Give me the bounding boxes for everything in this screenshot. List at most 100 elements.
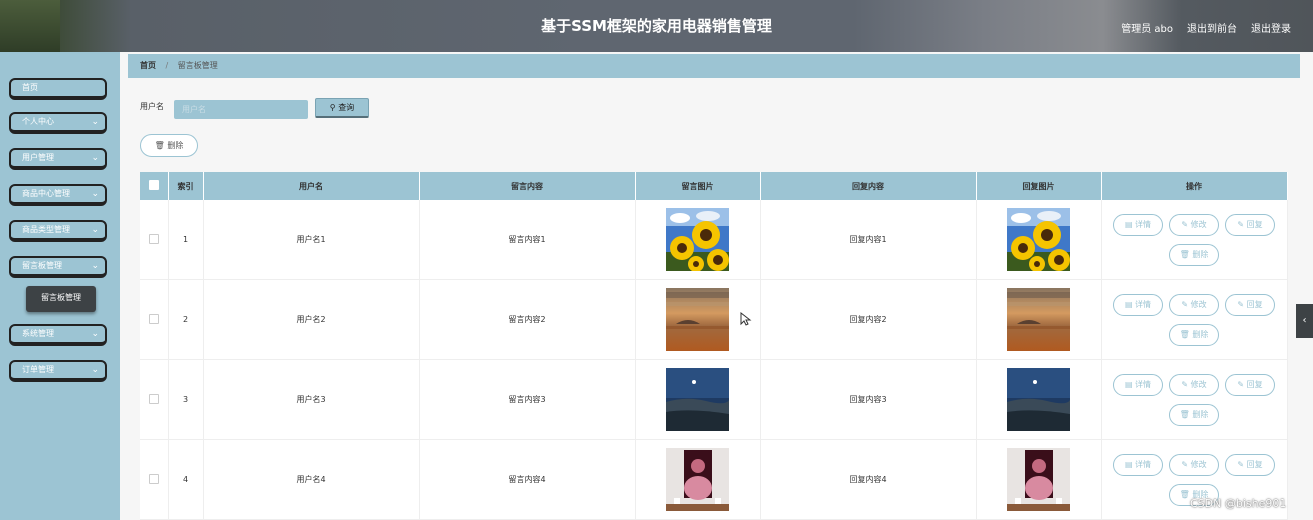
front-link[interactable]: 退出到前台: [1187, 20, 1237, 35]
breadcrumb-home[interactable]: 首页: [140, 61, 156, 70]
column-header: 操作: [1101, 172, 1288, 200]
search-button[interactable]: ⚲ 查询: [315, 98, 369, 118]
row-checkbox[interactable]: [148, 313, 159, 324]
chevron-down-icon: ⌄: [91, 329, 99, 339]
document-icon: ▤: [1124, 299, 1133, 309]
detail-button[interactable]: ▤ 详情: [1113, 373, 1163, 396]
pencil-icon: ✎: [1237, 219, 1245, 229]
row-message-content: 留言内容1: [419, 200, 636, 280]
sidebar-item-label: 首页: [22, 83, 38, 92]
portrait-image: [1007, 448, 1070, 511]
detail-button[interactable]: ▤ 详情: [1113, 293, 1163, 316]
table-row: 4 用户名4 留言内容4 回复内容4 ▤ 详情 ✎ 修改 ✎ 回复 🗑 删除: [140, 439, 1288, 520]
delete-button-label: 删除: [167, 141, 184, 150]
delete-label: 删除: [1192, 329, 1209, 339]
reply-label: 回复: [1246, 459, 1263, 469]
reply-button[interactable]: ✎ 回复: [1225, 453, 1275, 476]
row-select-cell: [140, 439, 169, 520]
desert-sunset-image: [666, 288, 729, 351]
detail-label: 详情: [1135, 379, 1152, 389]
edit-button[interactable]: ✎ 修改: [1169, 293, 1219, 316]
delete-button[interactable]: 🗑 删除: [1169, 403, 1219, 426]
row-reply-image: [976, 200, 1102, 280]
row-select-cell: [140, 279, 169, 360]
pencil-icon: ✎: [1181, 219, 1189, 229]
edit-button[interactable]: ✎ 修改: [1169, 453, 1219, 476]
select-all-checkbox[interactable]: [148, 180, 159, 190]
sidebar-item-label: 留言板管理: [22, 261, 62, 270]
row-username: 用户名2: [203, 279, 420, 360]
trash-icon: 🗑: [1179, 249, 1190, 259]
sidebar-item-label: 用户管理: [22, 153, 54, 162]
detail-button[interactable]: ▤ 详情: [1113, 453, 1163, 476]
delete-button[interactable]: 🗑 删除: [1169, 243, 1219, 266]
detail-label: 详情: [1135, 459, 1152, 469]
row-actions: ▤ 详情 ✎ 修改 ✎ 回复 🗑 删除: [1101, 279, 1288, 360]
sidebar-item-profile[interactable]: 个人中心 ⌄: [9, 112, 107, 134]
sidebar-item-messages[interactable]: 留言板管理 ⌄: [9, 256, 107, 278]
breadcrumb: 首页 / 留言板管理: [128, 54, 1300, 78]
header-links: 管理员 abo 退出到前台 退出登录: [1121, 20, 1291, 35]
table-row: 2 用户名2 留言内容2 回复内容2 ▤ 详情 ✎ 修改 ✎ 回复 🗑 删除: [140, 279, 1288, 360]
reply-button[interactable]: ✎ 回复: [1225, 293, 1275, 316]
row-checkbox[interactable]: [148, 233, 159, 244]
document-icon: ▤: [1124, 219, 1133, 229]
row-message-content: 留言内容4: [419, 439, 636, 520]
night-landscape-image: [1007, 368, 1070, 431]
column-header: 索引: [168, 172, 204, 200]
message-table: 索引 用户名 留言内容 留言图片 回复内容 回复图片 操作 1 用户名1 留言内容1…: [140, 172, 1288, 520]
sidebar-item-label: 商品类型管理: [22, 225, 70, 234]
trash-icon: 🗑: [1179, 409, 1190, 419]
document-icon: ▤: [1124, 459, 1133, 469]
sidebar-item-home[interactable]: 首页: [9, 78, 107, 100]
row-message-content: 留言内容2: [419, 279, 636, 360]
document-icon: ▤: [1124, 379, 1133, 389]
search-input[interactable]: [174, 100, 308, 119]
chevron-left-icon[interactable]: ‹: [1296, 304, 1313, 338]
row-message-image: [635, 439, 761, 520]
row-select-cell: [140, 359, 169, 440]
chevron-down-icon: ⌄: [91, 189, 99, 199]
row-checkbox[interactable]: [148, 473, 159, 484]
sunflower-image: [1007, 208, 1070, 271]
pencil-icon: ✎: [1181, 379, 1189, 389]
reply-button[interactable]: ✎ 回复: [1225, 373, 1275, 396]
delete-label: 删除: [1192, 249, 1209, 259]
sidebar-item-system[interactable]: 系统管理 ⌄: [9, 324, 107, 346]
pencil-icon: ✎: [1237, 459, 1245, 469]
column-header: 留言图片: [635, 172, 761, 200]
pencil-icon: ✎: [1181, 299, 1189, 309]
sidebar-item-orders[interactable]: 订单管理 ⌄: [9, 360, 107, 382]
table-row: 1 用户名1 留言内容1 回复内容1 ▤ 详情 ✎ 修改 ✎ 回复 🗑 删除: [140, 200, 1288, 280]
pencil-icon: ✎: [1237, 379, 1245, 389]
edit-label: 修改: [1190, 459, 1207, 469]
detail-button[interactable]: ▤ 详情: [1113, 213, 1163, 236]
row-message-image: [635, 200, 761, 280]
sidebar-item-product-types[interactable]: 商品类型管理 ⌄: [9, 220, 107, 242]
search-icon: ⚲: [329, 103, 336, 112]
delete-button[interactable]: 🗑 删除: [1169, 323, 1219, 346]
row-reply-content: 回复内容1: [760, 200, 977, 280]
detail-label: 详情: [1135, 299, 1152, 309]
select-all-cell: [140, 172, 169, 200]
breadcrumb-current: 留言板管理: [177, 61, 218, 70]
sidebar-item-label: 订单管理: [22, 365, 54, 374]
portrait-image: [666, 448, 729, 511]
delete-label: 删除: [1192, 409, 1209, 419]
table-row: 3 用户名3 留言内容3 回复内容3 ▤ 详情 ✎ 修改 ✎ 回复 🗑 删除: [140, 359, 1288, 440]
row-reply-image: [976, 279, 1102, 360]
logout-link[interactable]: 退出登录: [1251, 20, 1291, 35]
edit-button[interactable]: ✎ 修改: [1169, 373, 1219, 396]
sidebar-item-products[interactable]: 商品中心管理 ⌄: [9, 184, 107, 206]
row-checkbox[interactable]: [148, 393, 159, 404]
row-actions: ▤ 详情 ✎ 修改 ✎ 回复 🗑 删除: [1101, 359, 1288, 440]
batch-delete-button[interactable]: 🗑 删除: [140, 134, 198, 157]
edit-button[interactable]: ✎ 修改: [1169, 213, 1219, 236]
search-button-label: 查询: [338, 103, 355, 112]
reply-button[interactable]: ✎ 回复: [1225, 213, 1275, 236]
submenu-item-message-board[interactable]: 留言板管理: [26, 286, 96, 312]
sidebar-item-users[interactable]: 用户管理 ⌄: [9, 148, 107, 170]
column-header: 回复内容: [760, 172, 977, 200]
trash-icon: 🗑: [154, 141, 165, 150]
row-username: 用户名4: [203, 439, 420, 520]
